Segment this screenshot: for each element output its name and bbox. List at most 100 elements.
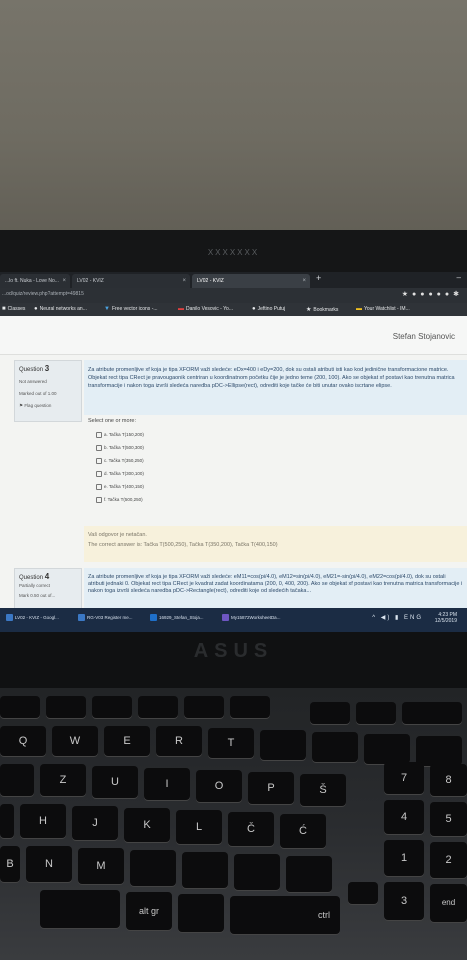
answer-option[interactable]: f. Tačka T(500,250) [96, 497, 143, 503]
bookmark-item[interactable]: ■ Classes [2, 306, 25, 312]
key [0, 804, 14, 838]
key-p: P [248, 772, 294, 804]
bookmark-item[interactable]: ● Neural networks an... [34, 306, 87, 312]
key-arrow-up [348, 882, 378, 904]
key-menu [178, 894, 224, 932]
app-icon [222, 614, 229, 621]
wall-background [0, 0, 467, 232]
question-text-box: Za atribute promenljive xf koja je tipa … [84, 568, 467, 612]
key [46, 696, 86, 718]
checkbox[interactable] [96, 497, 102, 503]
checkbox[interactable] [96, 432, 102, 438]
flag-icon: ⚑ [19, 403, 24, 408]
tray-icons[interactable]: ^ ◀) ▮ ENG [372, 614, 423, 621]
key-e: E [104, 726, 150, 756]
laptop-screen: ...lo ft. Nuka - Love No... × LV02 - KVIZ… [0, 272, 467, 632]
key-k: K [124, 808, 170, 842]
checkbox[interactable] [96, 484, 102, 490]
answer-option[interactable]: e. Tačka T(400,150) [96, 484, 144, 490]
key-z: Z [40, 764, 86, 796]
key [182, 852, 228, 888]
key [286, 856, 332, 892]
close-tab-icon[interactable]: × [62, 274, 66, 288]
key [40, 890, 120, 928]
key-end: end [430, 884, 467, 922]
key-c-caron: Č [228, 812, 274, 846]
bookmark-icon: ■ [2, 306, 6, 312]
laptop-logo: ASUS [193, 640, 274, 662]
key-i: I [144, 768, 190, 800]
checkbox[interactable] [96, 471, 102, 477]
key [364, 734, 410, 764]
bookmark-item[interactable]: ▼ Free vector icons -... [104, 306, 158, 312]
flag-question-link[interactable]: ⚑ Flag question [19, 403, 51, 409]
tab-label: ...lo ft. Nuka - Love No... [5, 278, 59, 284]
taskbar-item[interactable]: RG-V03 Register me... [76, 611, 142, 625]
question-text: Za atribute promenljive xf koja je tipa … [88, 367, 455, 389]
extension-icons[interactable]: ★●●●●●✱ [402, 290, 463, 298]
key-c-acute: Ć [280, 814, 326, 848]
user-menu[interactable]: Stefan Stojanovic [393, 332, 455, 341]
question-text-box: Za atribute promenljive xf koja je tipa … [84, 360, 467, 415]
key-n: N [26, 846, 72, 882]
answer-option[interactable]: d. Tačka T(300,100) [96, 471, 144, 477]
taskbar-item[interactable]: My15872WorksheetDa... [220, 611, 290, 625]
bookmark-item[interactable]: ▬ Danilo Vesovic - Yo... [178, 306, 233, 312]
key [402, 702, 462, 724]
key-s-caron: Š [300, 774, 346, 806]
key-num8: 8 [430, 764, 467, 796]
browser-tab[interactable]: ...lo ft. Nuka - Love No... × [0, 274, 70, 288]
feedback-box: Vaš odgovor je netačan. The correct answ… [84, 526, 467, 562]
bookmark-item[interactable]: ★ Bookmarks [306, 306, 338, 313]
key-num4: 4 [384, 800, 424, 834]
bookmark-icon: ▼ [104, 306, 110, 312]
url-text: ...od/quiz/review.php?attempt=49815 [2, 291, 84, 297]
key [130, 850, 176, 886]
taskbar-item[interactable]: LV02 - KVIZ - Googl... [4, 611, 70, 625]
question-number: Question 4 [19, 572, 50, 581]
close-tab-icon[interactable]: × [182, 274, 186, 288]
select-label: Select one or more: [88, 418, 136, 424]
key-q: Q [0, 726, 46, 756]
bookmark-icon: ● [252, 306, 256, 312]
browser-tab-active[interactable]: LV02 - KVIZ × [192, 274, 310, 288]
keyboard: Q W E R T Z U I O P Š 7 8 H J K L Č Ć 4 … [0, 688, 467, 960]
key-num5: 5 [430, 802, 467, 836]
bookmarks-bar: ■ Classes ● Neural networks an... ▼ Free ve… [0, 303, 467, 316]
checkbox[interactable] [96, 445, 102, 451]
key [184, 696, 224, 718]
key [356, 702, 396, 724]
key-num1: 1 [384, 840, 424, 876]
close-tab-icon[interactable]: × [302, 274, 306, 288]
address-bar[interactable]: ...od/quiz/review.php?attempt=49815 ★●●●… [0, 288, 467, 303]
key [230, 696, 270, 718]
key [260, 730, 306, 760]
word-icon [150, 614, 157, 621]
bookmark-item[interactable]: ● Jeftino Putuj [252, 306, 285, 312]
key-j: J [72, 806, 118, 840]
clock[interactable]: 4:23 PM 12/5/2019 [435, 612, 457, 624]
question-mark: Mark 0.50 out of... [19, 593, 56, 598]
answer-option[interactable]: a. Tačka T(150,200) [96, 432, 144, 438]
key [416, 736, 462, 766]
camera-brand-label: XXXXXXX [207, 248, 260, 257]
answer-option[interactable]: b. Tačka T(500,300) [96, 445, 144, 451]
moodle-header: Stefan Stojanovic [0, 316, 467, 355]
key-num2: 2 [430, 842, 467, 878]
question-number: Question 3 [19, 364, 50, 373]
key [234, 854, 280, 890]
key-num7: 7 [384, 762, 424, 794]
bookmark-item[interactable]: ▬ Your Watchlist - IM... [356, 306, 410, 312]
imdb-icon: ▬ [356, 306, 362, 312]
key-o: O [196, 770, 242, 802]
checkbox[interactable] [96, 458, 102, 464]
question-text: Za atribute promenljive xf koja je tipa … [88, 574, 463, 594]
minimize-icon[interactable]: – [457, 273, 461, 282]
new-tab-icon[interactable]: + [316, 273, 321, 283]
key [0, 696, 40, 718]
clock-date: 12/5/2019 [434, 618, 457, 624]
taskbar-item[interactable]: 16929_Stefan_Stoja... [148, 611, 214, 625]
answer-option[interactable]: c. Tačka T(350,250) [96, 458, 144, 464]
bookmark-icon: ● [34, 306, 38, 312]
browser-tab[interactable]: LV02 - KVIZ × [72, 274, 190, 288]
